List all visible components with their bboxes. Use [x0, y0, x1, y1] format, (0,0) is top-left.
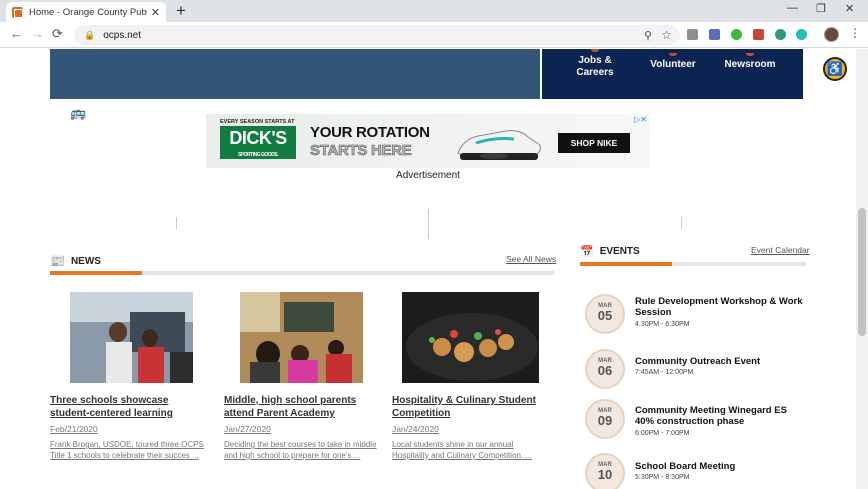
close-window-button[interactable]: ✕ — [845, 2, 854, 15]
dicks-logo: DICK'S SPORTING GOODS. — [220, 126, 296, 159]
restore-button[interactable]: ❐ — [816, 2, 826, 15]
news-date: Feb/21/2020 — [50, 424, 98, 434]
quicklink-label: Find My Bus — [94, 107, 154, 118]
news-image-students[interactable] — [70, 292, 193, 383]
ad-logo-text: DICK'S — [229, 128, 287, 148]
divider — [681, 217, 682, 229]
minimize-button[interactable]: — — [787, 2, 798, 14]
back-button[interactable]: ← — [10, 26, 23, 41]
extension-pdf-icon[interactable] — [753, 29, 764, 40]
news-date: Jan/24/2020 — [392, 424, 439, 434]
news-card[interactable]: Three schools showcase student-centered … — [50, 292, 210, 461]
extension-translate-icon[interactable] — [775, 29, 786, 40]
extension-teal-icon[interactable] — [796, 29, 807, 40]
news-description[interactable]: Local students shine in our annual Hospi… — [392, 439, 552, 461]
news-description[interactable]: Deciding the best courses to take in mid… — [224, 439, 384, 461]
calendar-icon: 📅 — [580, 246, 594, 258]
adchoices-icon[interactable]: ▷✕ — [634, 115, 647, 124]
event-time: 6:00PM - 7:00PM — [635, 430, 690, 437]
event-day: 09 — [597, 413, 613, 428]
advertisement-banner[interactable]: EVERY SEASON STARTS AT DICK'S SPORTING G… — [206, 114, 650, 168]
news-description[interactable]: Frank Brogan, USDOE, toured three OCPS T… — [50, 439, 210, 461]
event-item[interactable]: MAR 06 Community Outreach Event 7:45AM -… — [585, 349, 805, 393]
tab-title: Home - Orange County Public Sc — [29, 6, 147, 18]
news-date: Jan/27/2020 — [224, 424, 271, 434]
event-item[interactable]: MAR 05 Rule Development Workshop & Work … — [585, 294, 805, 338]
link-newsroom[interactable]: Newsroom — [722, 53, 778, 71]
address-bar[interactable]: 🔒 ocps.net ⚲ ☆ — [74, 25, 680, 45]
news-title[interactable]: Middle, high school parents attend Paren… — [224, 394, 384, 420]
news-title[interactable]: Three schools showcase student-centered … — [50, 394, 210, 420]
event-calendar-link[interactable]: Event Calendar — [751, 245, 810, 255]
event-title[interactable]: Community Outreach Event — [635, 356, 805, 367]
page-viewport: 🚌 Find My Bus ⏻ Orange Technical College… — [0, 49, 856, 489]
event-title[interactable]: School Board Meeting — [635, 461, 805, 472]
link-volunteer[interactable]: Volunteer — [648, 53, 698, 71]
news-card[interactable]: Middle, high school parents attend Paren… — [224, 292, 384, 461]
sneaker-image — [457, 130, 541, 160]
ad-slogan-line2: STARTS HERE — [310, 142, 412, 160]
link-label: Newsroom — [724, 59, 776, 70]
link-jobs-careers[interactable]: Jobs & Careers — [572, 49, 618, 79]
bus-icon: 🚌 — [70, 105, 87, 120]
newspaper-icon: 📰 — [50, 254, 65, 268]
news-card[interactable]: Hospitality & Culinary Student Competiti… — [392, 292, 552, 461]
extension-g-icon[interactable] — [687, 29, 698, 40]
event-day: 10 — [597, 467, 613, 482]
forward-button[interactable]: → — [31, 26, 44, 41]
news-divider-accent — [50, 271, 142, 275]
event-time: 5:30PM - 8:30PM — [635, 474, 690, 481]
ad-top-text: EVERY SEASON STARTS AT — [220, 119, 295, 125]
event-time: 4:30PM - 6:30PM — [635, 321, 690, 328]
event-date-badge: MAR 09 — [585, 399, 625, 439]
event-date-badge: MAR 05 — [585, 294, 625, 334]
event-title[interactable]: Community Meeting Winegard ES 40% constr… — [635, 405, 805, 427]
events-divider-accent — [580, 262, 672, 266]
tab-close-icon[interactable]: ✕ — [151, 6, 160, 19]
browser-tab-strip: Home - Orange County Public Sc ✕ + — ❐ ✕ — [0, 0, 868, 22]
see-all-news-link[interactable]: See All News — [506, 254, 556, 264]
event-title[interactable]: Rule Development Workshop & Work Session — [635, 296, 805, 318]
accessibility-icon[interactable]: ♿ — [823, 57, 847, 81]
event-item[interactable]: MAR 09 Community Meeting Winegard ES 40%… — [585, 399, 805, 443]
quicklink-find-my-bus[interactable]: 🚌 Find My Bus — [70, 105, 154, 120]
extension-sync-icon[interactable] — [731, 29, 742, 40]
event-day: 05 — [597, 308, 613, 323]
quicklinks-bar — [50, 49, 540, 99]
events-section-header: 📅 EVENTS — [580, 245, 640, 258]
bookmark-star-icon[interactable]: ☆ — [661, 28, 672, 42]
reload-button[interactable]: ⟳ — [52, 26, 63, 42]
search-icon[interactable]: ⚲ — [644, 29, 652, 42]
event-date-badge: MAR 06 — [585, 349, 625, 389]
ad-slogan-line1: YOUR ROTATION — [310, 124, 430, 141]
url-text: ocps.net — [103, 29, 142, 41]
site-favicon-icon — [12, 6, 23, 18]
news-title[interactable]: Hospitality & Culinary Student Competiti… — [392, 394, 552, 420]
ad-logo-sub: SPORTING GOODS. — [237, 152, 279, 158]
link-label: Volunteer — [650, 59, 696, 70]
browser-menu-icon[interactable]: ⋮ — [849, 26, 861, 40]
new-tab-button[interactable]: + — [176, 1, 186, 21]
extension-camera-icon[interactable] — [709, 29, 720, 40]
shop-nike-button[interactable]: SHOP NIKE — [558, 133, 630, 153]
divider — [176, 217, 177, 229]
event-date-badge: MAR 10 — [585, 453, 625, 489]
link-label: Jobs & Careers — [576, 55, 614, 78]
scrollbar-thumb[interactable] — [858, 208, 866, 336]
lock-icon: 🔒 — [84, 29, 96, 40]
news-section-header: 📰 NEWS — [50, 254, 101, 268]
event-day: 06 — [597, 363, 613, 378]
event-item[interactable]: MAR 10 School Board Meeting 5:30PM - 8:3… — [585, 453, 805, 489]
events-heading: EVENTS — [599, 246, 640, 257]
browser-tab[interactable]: Home - Orange County Public Sc ✕ — [6, 2, 166, 22]
news-image-culinary[interactable] — [402, 292, 539, 383]
advertisement-label: Advertisement — [396, 170, 460, 181]
browser-toolbar: ← → ⟳ 🔒 ocps.net ⚲ ☆ ⋮ — [0, 22, 868, 48]
event-time: 7:45AM - 12:00PM — [635, 369, 694, 376]
divider — [428, 209, 429, 239]
news-heading: NEWS — [70, 255, 101, 267]
news-image-parents[interactable] — [240, 292, 363, 383]
profile-avatar[interactable] — [824, 27, 839, 42]
